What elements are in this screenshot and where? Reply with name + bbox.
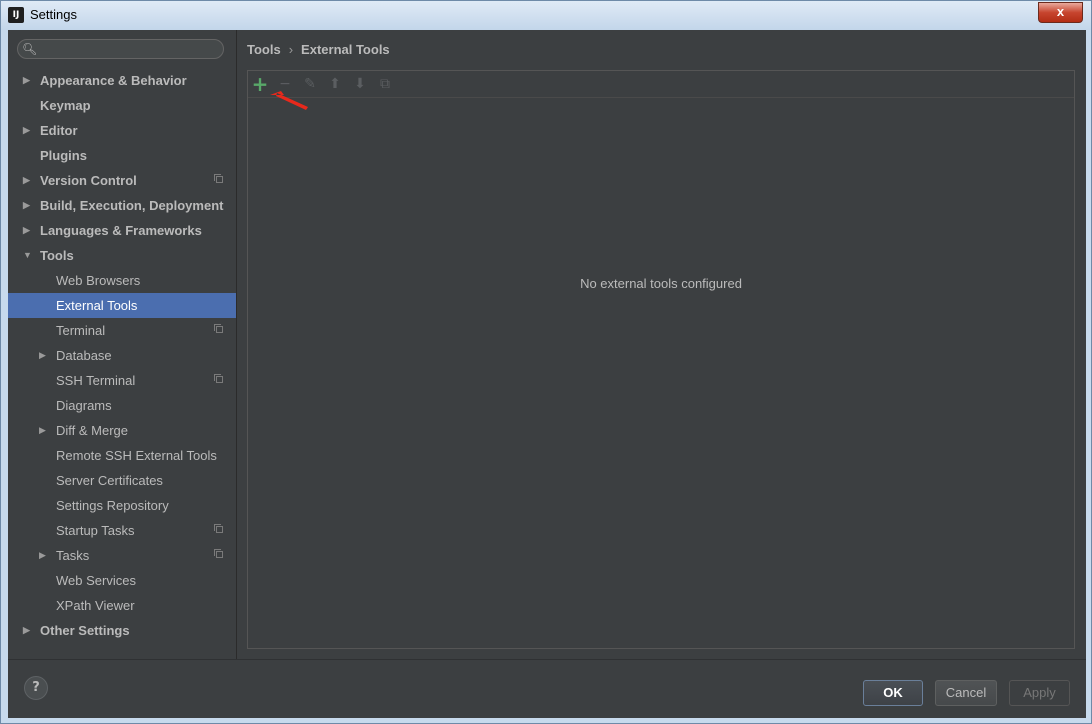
sidebar-item-label: Diff & Merge — [56, 423, 129, 438]
project-level-icon — [214, 324, 223, 333]
search-input[interactable]: 🔍︎ — [17, 39, 224, 59]
footer-divider — [8, 659, 1086, 660]
cancel-button[interactable]: Cancel — [935, 680, 997, 706]
external-tools-panel: + − ✎ ⬆ ⬇ ⧉ No external tools configured — [247, 70, 1075, 649]
sidebar-item-label: Database — [56, 348, 112, 363]
sidebar-item-label: Diagrams — [56, 398, 112, 413]
sidebar-item-server-certificates[interactable]: Server Certificates — [8, 468, 236, 493]
copy-icon: ⧉ — [380, 76, 390, 92]
sidebar-item-diff-merge[interactable]: ▶ Diff & Merge — [8, 418, 236, 443]
project-level-icon — [214, 549, 223, 558]
breadcrumb: Tools › External Tools — [247, 42, 390, 57]
expanded-arrow-icon[interactable]: ▼ — [23, 243, 33, 268]
title-bar[interactable]: IJ Settings x — [1, 1, 1091, 30]
project-level-icon — [214, 524, 223, 533]
collapsed-arrow-icon[interactable]: ▶ — [23, 168, 33, 193]
sidebar-item-ssh-terminal[interactable]: SSH Terminal — [8, 368, 236, 393]
sidebar-item-label: Tasks — [56, 548, 90, 563]
collapsed-arrow-icon[interactable]: ▶ — [23, 218, 33, 243]
annotation-arrow — [270, 91, 308, 110]
ok-button[interactable]: OK — [863, 680, 923, 706]
sidebar-item-database[interactable]: ▶ Database — [8, 343, 236, 368]
tools-toolbar: + − ✎ ⬆ ⬇ ⧉ — [248, 71, 1074, 98]
sidebar-item-label: Other Settings — [40, 623, 130, 638]
sidebar-item-version-control[interactable]: ▶ Version Control — [8, 168, 236, 193]
collapsed-arrow-icon[interactable]: ▶ — [23, 618, 33, 643]
sidebar-item-label: Remote SSH External Tools — [56, 448, 217, 463]
sidebar-item-terminal[interactable]: Terminal — [8, 318, 236, 343]
sidebar-item-tasks[interactable]: ▶ Tasks — [8, 543, 236, 568]
empty-state-text: No external tools configured — [580, 276, 742, 291]
dialog-content: 🔍︎ ▶ Appearance & Behavior Keymap ▶ Editor Pl… — [8, 30, 1086, 718]
collapsed-arrow-icon[interactable]: ▶ — [39, 543, 49, 568]
close-button[interactable]: x — [1038, 2, 1083, 23]
sidebar-item-keymap[interactable]: Keymap — [8, 93, 236, 118]
sidebar-item-build-execution-deployment[interactable]: ▶ Build, Execution, Deployment — [8, 193, 236, 218]
breadcrumb-current: External Tools — [301, 42, 390, 57]
sidebar-item-web-services[interactable]: Web Services — [8, 568, 236, 593]
sidebar-item-languages-frameworks[interactable]: ▶ Languages & Frameworks — [8, 218, 236, 243]
window-title: Settings — [30, 7, 77, 22]
sidebar-item-editor[interactable]: ▶ Editor — [8, 118, 236, 143]
sidebar-item-plugins[interactable]: Plugins — [8, 143, 236, 168]
collapsed-arrow-icon[interactable]: ▶ — [39, 418, 49, 443]
add-icon[interactable]: + — [251, 74, 269, 94]
sidebar-item-appearance-behavior[interactable]: ▶ Appearance & Behavior — [8, 68, 236, 93]
sidebar-item-label: Web Browsers — [56, 273, 141, 288]
collapsed-arrow-icon[interactable]: ▶ — [39, 343, 49, 368]
collapsed-arrow-icon[interactable]: ▶ — [23, 118, 33, 143]
collapsed-arrow-icon[interactable]: ▶ — [23, 193, 33, 218]
sidebar-item-label: Version Control — [40, 173, 137, 188]
sidebar-item-label: Tools — [40, 248, 74, 263]
sidebar-item-label: Startup Tasks — [56, 523, 135, 538]
sidebar-item-label: Plugins — [40, 148, 87, 163]
sidebar-item-label: Editor — [40, 123, 78, 138]
sidebar-item-web-browsers[interactable]: Web Browsers — [8, 268, 236, 293]
sidebar-item-settings-repository[interactable]: Settings Repository — [8, 493, 236, 518]
sidebar-item-label: Keymap — [40, 98, 91, 113]
sidebar-item-startup-tasks[interactable]: Startup Tasks — [8, 518, 236, 543]
move-up-icon: ⬆ — [329, 76, 341, 92]
move-down-icon: ⬇ — [354, 76, 366, 92]
sidebar-item-other-settings[interactable]: ▶ Other Settings — [8, 618, 236, 643]
sidebar-item-diagrams[interactable]: Diagrams — [8, 393, 236, 418]
settings-window: IJ Settings x 🔍︎ ▶ Appearance & Behavior K… — [0, 0, 1092, 724]
sidebar-item-label: Settings Repository — [56, 498, 169, 513]
sidebar-item-label: Terminal — [56, 323, 106, 338]
sidebar-item-label: Web Services — [56, 573, 136, 588]
search-icon: 🔍︎ — [22, 42, 38, 56]
collapsed-arrow-icon[interactable]: ▶ — [23, 68, 33, 93]
sidebar-item-label: Server Certificates — [56, 473, 163, 488]
intellij-app-icon: IJ — [6, 5, 26, 25]
sidebar-item-remote-ssh-external-tools[interactable]: Remote SSH External Tools — [8, 443, 236, 468]
sidebar-item-label: XPath Viewer — [56, 598, 135, 613]
breadcrumb-parent: Tools — [247, 42, 281, 57]
apply-button: Apply — [1009, 680, 1070, 706]
sidebar-item-external-tools[interactable]: External Tools — [8, 293, 236, 318]
sidebar-item-xpath-viewer[interactable]: XPath Viewer — [8, 593, 236, 618]
sidebar-item-label: Build, Execution, Deployment — [40, 198, 224, 213]
project-level-icon — [214, 174, 223, 183]
sidebar-item-label: Appearance & Behavior — [40, 73, 187, 88]
sidebar-item-label: Languages & Frameworks — [40, 223, 202, 238]
sidebar-item-label: SSH Terminal — [56, 373, 136, 388]
help-button[interactable]: ? — [24, 676, 48, 700]
settings-sidebar: 🔍︎ ▶ Appearance & Behavior Keymap ▶ Editor Pl… — [8, 30, 237, 659]
sidebar-item-label: External Tools — [56, 298, 138, 313]
sidebar-item-tools[interactable]: ▼ Tools — [8, 243, 236, 268]
breadcrumb-separator: › — [288, 42, 294, 57]
project-level-icon — [214, 374, 223, 383]
